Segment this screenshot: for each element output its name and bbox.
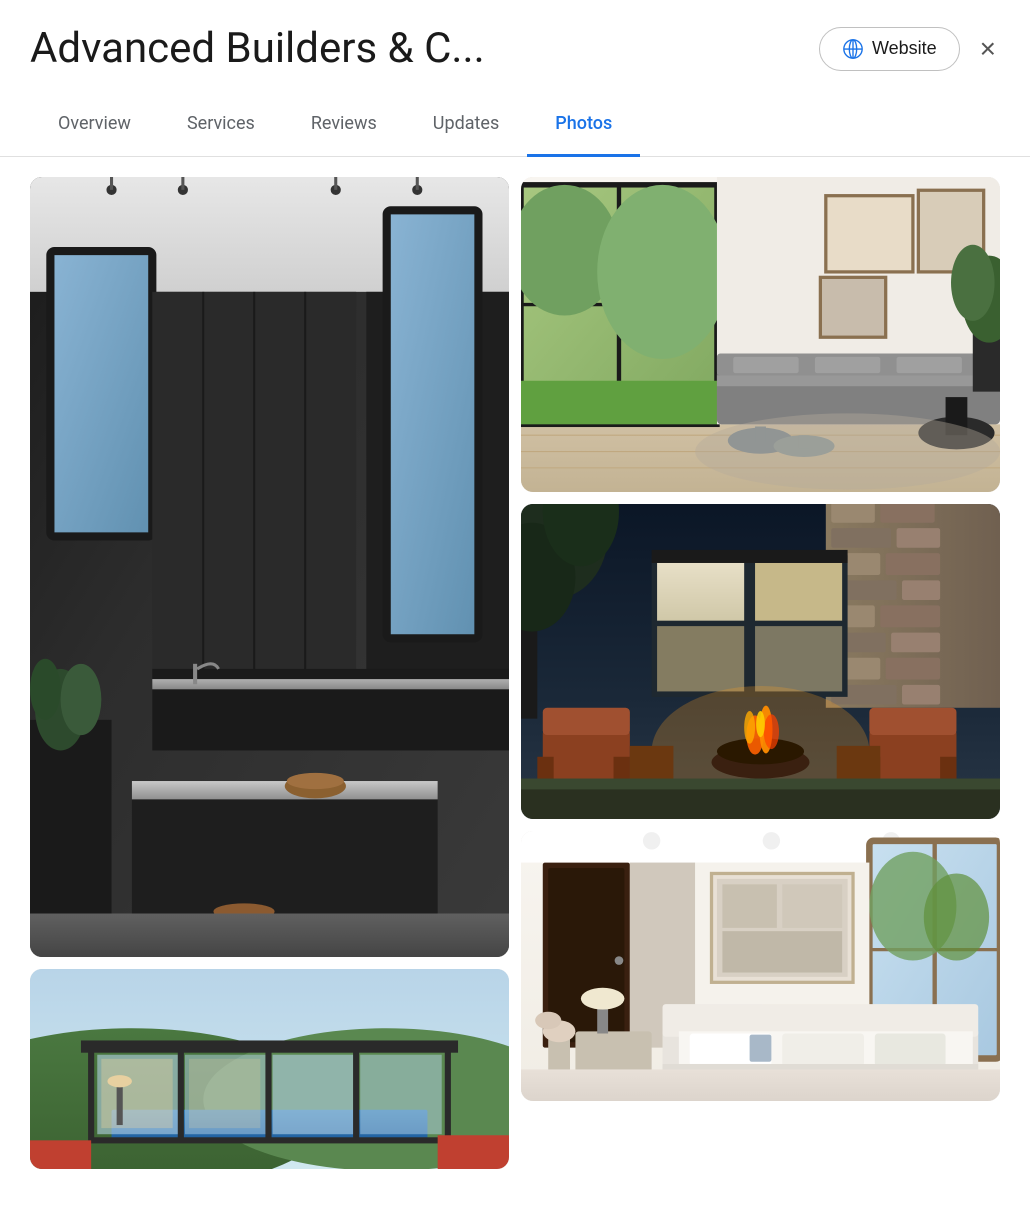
globe-icon bbox=[842, 38, 864, 60]
page-title: Advanced Builders & C... bbox=[30, 24, 590, 73]
photo-glass-house[interactable] bbox=[30, 969, 509, 1169]
outdoor-firepit-image bbox=[521, 504, 1000, 819]
tab-overview[interactable]: Overview bbox=[30, 93, 159, 157]
tabs-nav: Overview Services Reviews Updates Photos bbox=[0, 93, 1030, 157]
tab-services[interactable]: Services bbox=[159, 93, 283, 157]
bedroom-image bbox=[521, 831, 1000, 1101]
living-room-image bbox=[521, 177, 1000, 492]
tab-updates[interactable]: Updates bbox=[405, 93, 527, 157]
photo-outdoor-firepit[interactable] bbox=[521, 504, 1000, 819]
website-button[interactable]: Website bbox=[819, 27, 960, 71]
kitchen-image bbox=[30, 177, 509, 957]
photo-bedroom[interactable] bbox=[521, 831, 1000, 1101]
header-actions: Website × bbox=[819, 27, 1000, 71]
tab-reviews[interactable]: Reviews bbox=[283, 93, 405, 157]
tab-photos[interactable]: Photos bbox=[527, 93, 640, 157]
photos-grid bbox=[0, 157, 1030, 1189]
photo-living-room[interactable] bbox=[521, 177, 1000, 492]
website-button-label: Website bbox=[872, 38, 937, 59]
photo-kitchen[interactable] bbox=[30, 177, 509, 957]
photo-column-left bbox=[30, 177, 509, 1169]
close-button[interactable]: × bbox=[976, 31, 1000, 67]
close-icon: × bbox=[980, 33, 996, 64]
page-header: Advanced Builders & C... Website × bbox=[0, 0, 1030, 93]
photo-column-right bbox=[521, 177, 1000, 1169]
glass-house-image bbox=[30, 969, 509, 1169]
